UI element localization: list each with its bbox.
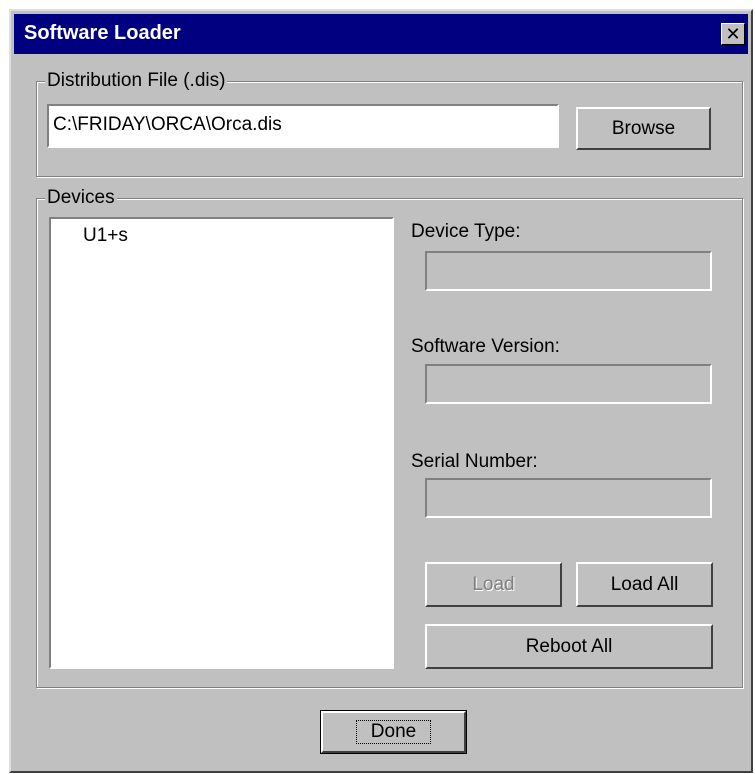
browse-button[interactable]: Browse xyxy=(576,107,711,150)
software-version-field xyxy=(425,364,712,404)
done-button[interactable]: Done xyxy=(320,710,467,754)
devices-group-label: Devices xyxy=(45,187,117,209)
distribution-file-input[interactable]: C:\FRIDAY\ORCA\Orca.dis xyxy=(47,104,559,148)
done-button-label: Done xyxy=(355,720,432,744)
device-list[interactable]: U1+s xyxy=(49,217,394,669)
device-type-field xyxy=(425,251,712,291)
close-icon: ✕ xyxy=(725,24,741,44)
device-type-label: Device Type: xyxy=(411,221,521,242)
device-list-item[interactable]: U1+s xyxy=(83,225,392,247)
load-button-label: Load xyxy=(472,573,515,595)
software-version-label: Software Version: xyxy=(411,336,560,357)
distribution-file-group-label: Distribution File (.dis) xyxy=(45,70,228,92)
close-button[interactable]: ✕ xyxy=(721,23,745,45)
title-bar[interactable]: Software Loader ✕ xyxy=(14,14,748,54)
browse-button-label: Browse xyxy=(611,117,676,139)
distribution-file-path: C:\FRIDAY\ORCA\Orca.dis xyxy=(53,114,282,135)
software-loader-dialog: Software Loader ✕ Distribution File (.di… xyxy=(9,9,753,773)
load-button[interactable]: Load xyxy=(425,562,562,607)
load-all-button[interactable]: Load All xyxy=(576,562,713,607)
serial-number-label: Serial Number: xyxy=(411,451,538,472)
reboot-all-button[interactable]: Reboot All xyxy=(425,624,713,669)
load-all-button-label: Load All xyxy=(610,573,679,595)
window-title: Software Loader xyxy=(24,22,181,44)
reboot-all-button-label: Reboot All xyxy=(525,635,613,657)
serial-number-field xyxy=(425,478,712,518)
